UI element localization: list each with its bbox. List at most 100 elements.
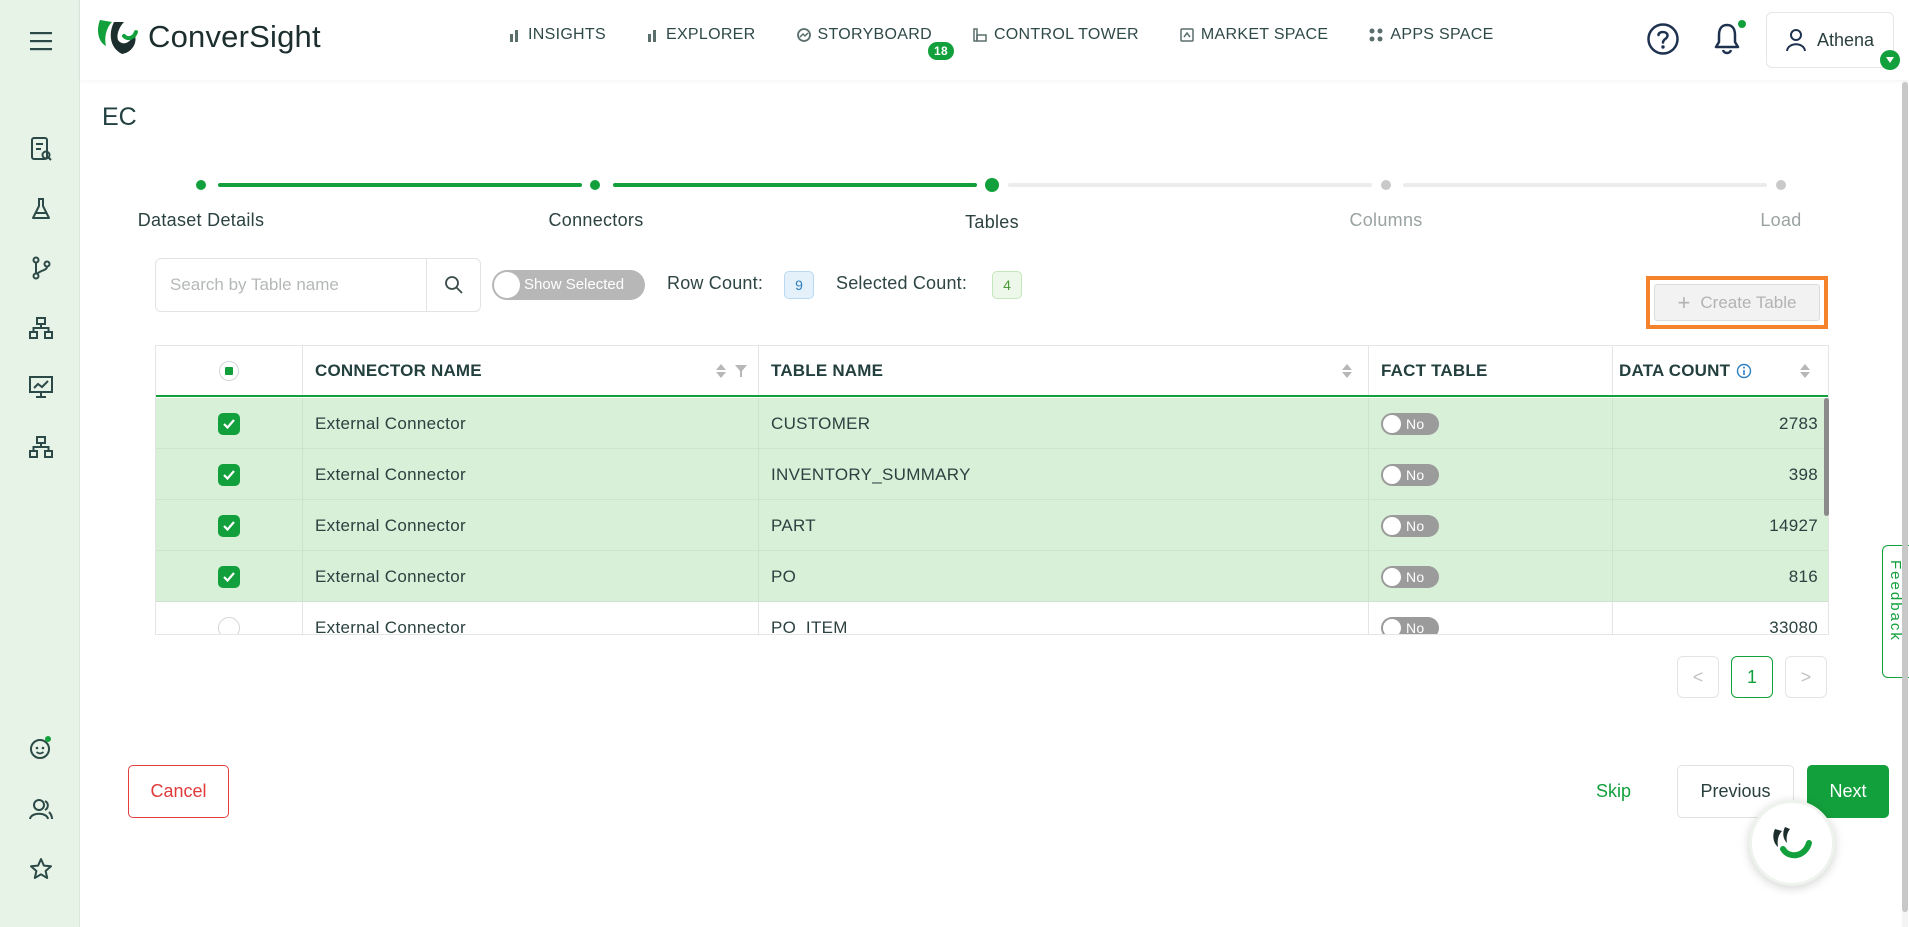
main-nav: INSIGHTS EXPLORER STORYBOARD 18 CONTROL … [508, 26, 1534, 60]
toggle-knob [1383, 465, 1401, 484]
checkmark-icon [223, 571, 235, 582]
sidebar [0, 0, 80, 927]
row-checkbox[interactable] [218, 616, 240, 634]
step-label-columns: Columns [1349, 210, 1423, 230]
header-data-count[interactable]: DATA COUNT [1613, 346, 1828, 395]
filter-icon[interactable] [734, 364, 748, 378]
header-connector-name[interactable]: CONNECTOR NAME [303, 346, 759, 395]
row-checkbox[interactable] [218, 412, 240, 435]
fact-table-toggle[interactable]: No [1381, 514, 1439, 537]
conversight-logo[interactable]: ConverSight [94, 16, 321, 58]
header-table-name[interactable]: TABLE NAME [759, 346, 1369, 395]
pagination-prev-button[interactable]: < [1677, 656, 1719, 698]
table-row[interactable]: External Connector INVENTORY_SUMMARY No … [156, 449, 1828, 500]
nav-market-space[interactable]: MARKET SPACE [1179, 26, 1328, 44]
sort-icon[interactable] [715, 363, 727, 379]
fact-table-cell: No [1369, 398, 1613, 449]
fact-toggle-label: No [1406, 619, 1425, 635]
page-scrollbar[interactable] [1902, 82, 1908, 912]
table-row[interactable]: External Connector PO_ITEM No 33080 [156, 602, 1828, 635]
pagination-page-button[interactable]: 1 [1731, 656, 1773, 698]
connector-name-cell: External Connector [303, 500, 759, 551]
step-dot-connectors [590, 180, 600, 190]
data-count-cell: 14927 [1769, 515, 1818, 535]
storyboard-badge: 18 [928, 42, 954, 60]
hamburger-menu-icon[interactable] [26, 26, 56, 56]
fact-table-toggle[interactable]: No [1381, 565, 1439, 588]
nav-explorer[interactable]: EXPLORER [646, 26, 756, 44]
nav-insights[interactable]: INSIGHTS [508, 26, 606, 44]
sort-icon[interactable] [1341, 363, 1353, 379]
flask-icon[interactable] [26, 194, 56, 224]
help-icon[interactable] [1646, 22, 1680, 61]
plus-icon: + [1677, 289, 1691, 315]
checkmark-icon [223, 418, 235, 429]
table-header: CONNECTOR NAME TABLE NAME FACT TABLE DAT… [156, 346, 1828, 397]
user-menu[interactable]: Athena [1766, 12, 1894, 68]
fact-table-toggle[interactable]: No [1381, 412, 1439, 435]
branch-icon[interactable] [26, 253, 56, 283]
brand-name: ConverSight [148, 19, 321, 54]
wizard-stepper: Dataset Details Connectors Tables Column… [130, 170, 1810, 240]
table-name-cell: PART [759, 500, 1369, 551]
fact-table-toggle[interactable]: No [1381, 463, 1439, 486]
header-label: TABLE NAME [771, 360, 884, 380]
step-label-dataset-details: Dataset Details [137, 210, 265, 230]
page-title: EC [102, 103, 137, 131]
search-icon [444, 276, 463, 294]
row-checkbox[interactable] [218, 463, 240, 486]
fact-toggle-label: No [1406, 568, 1425, 585]
chevron-down-icon[interactable] [1880, 50, 1900, 70]
top-bar: ConverSight INSIGHTS EXPLORER STORYBOARD… [80, 0, 1909, 80]
data-count-cell: 33080 [1769, 617, 1818, 635]
table-row[interactable]: External Connector PART No 14927 [156, 500, 1828, 551]
store-icon [1180, 28, 1194, 42]
cancel-button[interactable]: Cancel [128, 765, 229, 818]
row-checkbox[interactable] [218, 514, 240, 537]
notification-bell-icon[interactable] [1712, 22, 1742, 61]
show-selected-toggle[interactable]: Show Selected [492, 270, 645, 300]
skip-button[interactable]: Skip [1596, 781, 1631, 802]
table-search [155, 258, 481, 312]
report-icon[interactable] [26, 134, 56, 164]
grid-icon [1369, 28, 1383, 42]
search-input[interactable] [170, 259, 420, 311]
table-name-cell: PO [759, 551, 1369, 602]
fact-toggle-label: No [1406, 466, 1425, 483]
table-row[interactable]: External Connector PO No 816 [156, 551, 1828, 602]
bar-chart-icon [510, 30, 518, 42]
create-table-button[interactable]: + Create Table [1654, 284, 1820, 321]
nav-apps-space[interactable]: APPS SPACE [1368, 26, 1493, 44]
select-all-checkbox[interactable] [219, 360, 239, 381]
fact-table-cell: No [1369, 500, 1613, 551]
nav-storyboard[interactable]: STORYBOARD 18 [796, 26, 954, 60]
search-button[interactable] [426, 259, 480, 311]
storyboard-icon [796, 28, 811, 42]
header-fact-table: FACT TABLE [1369, 346, 1613, 395]
presentation-icon[interactable] [26, 372, 56, 402]
header-label: FACT TABLE [1381, 360, 1488, 380]
indeterminate-mark [225, 366, 233, 375]
fact-table-cell: No [1369, 602, 1613, 635]
table-scrollbar[interactable] [1824, 398, 1829, 516]
chat-assistant-button[interactable] [1749, 800, 1835, 886]
create-table-label: Create Table [1700, 292, 1797, 312]
step-dot-tables [985, 178, 999, 192]
hierarchy-icon-2[interactable] [26, 432, 56, 462]
step-connector-line [218, 183, 582, 187]
fact-toggle-label: No [1406, 415, 1425, 432]
row-checkbox[interactable] [218, 565, 240, 588]
step-label-tables: Tables [965, 212, 1019, 232]
info-icon[interactable] [1736, 363, 1752, 379]
nav-control-tower[interactable]: CONTROL TOWER [972, 26, 1139, 44]
table-row[interactable]: External Connector CUSTOMER No 2783 [156, 398, 1828, 449]
sort-icon[interactable] [1799, 363, 1811, 379]
fact-table-toggle[interactable]: No [1381, 616, 1439, 635]
users-icon[interactable] [26, 794, 56, 824]
pagination-next-button[interactable]: > [1785, 656, 1827, 698]
assistant-bot-icon[interactable] [26, 733, 56, 763]
star-icon[interactable] [26, 854, 56, 884]
hierarchy-icon[interactable] [26, 313, 56, 343]
fact-table-cell: No [1369, 551, 1613, 602]
notification-dot [1738, 20, 1746, 28]
